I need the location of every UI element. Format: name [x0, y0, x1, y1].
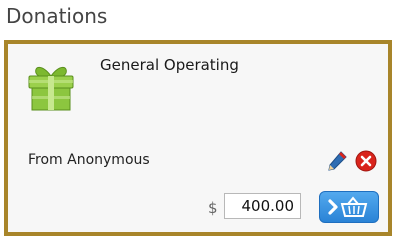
delete-icon[interactable] — [355, 150, 377, 172]
donation-card: General Operating From Anonymous $ — [4, 40, 392, 236]
gift-icon — [26, 60, 76, 112]
add-to-cart-button[interactable] — [319, 191, 379, 223]
fund-name: General Operating — [100, 56, 239, 74]
chevron-right-icon — [328, 199, 338, 215]
page-title: Donations — [6, 4, 108, 28]
cart-icon — [340, 196, 368, 217]
amount-input[interactable] — [224, 193, 301, 219]
donor-text: From Anonymous — [28, 152, 150, 168]
pencil-icon[interactable] — [326, 150, 348, 172]
currency-symbol: $ — [208, 199, 218, 217]
